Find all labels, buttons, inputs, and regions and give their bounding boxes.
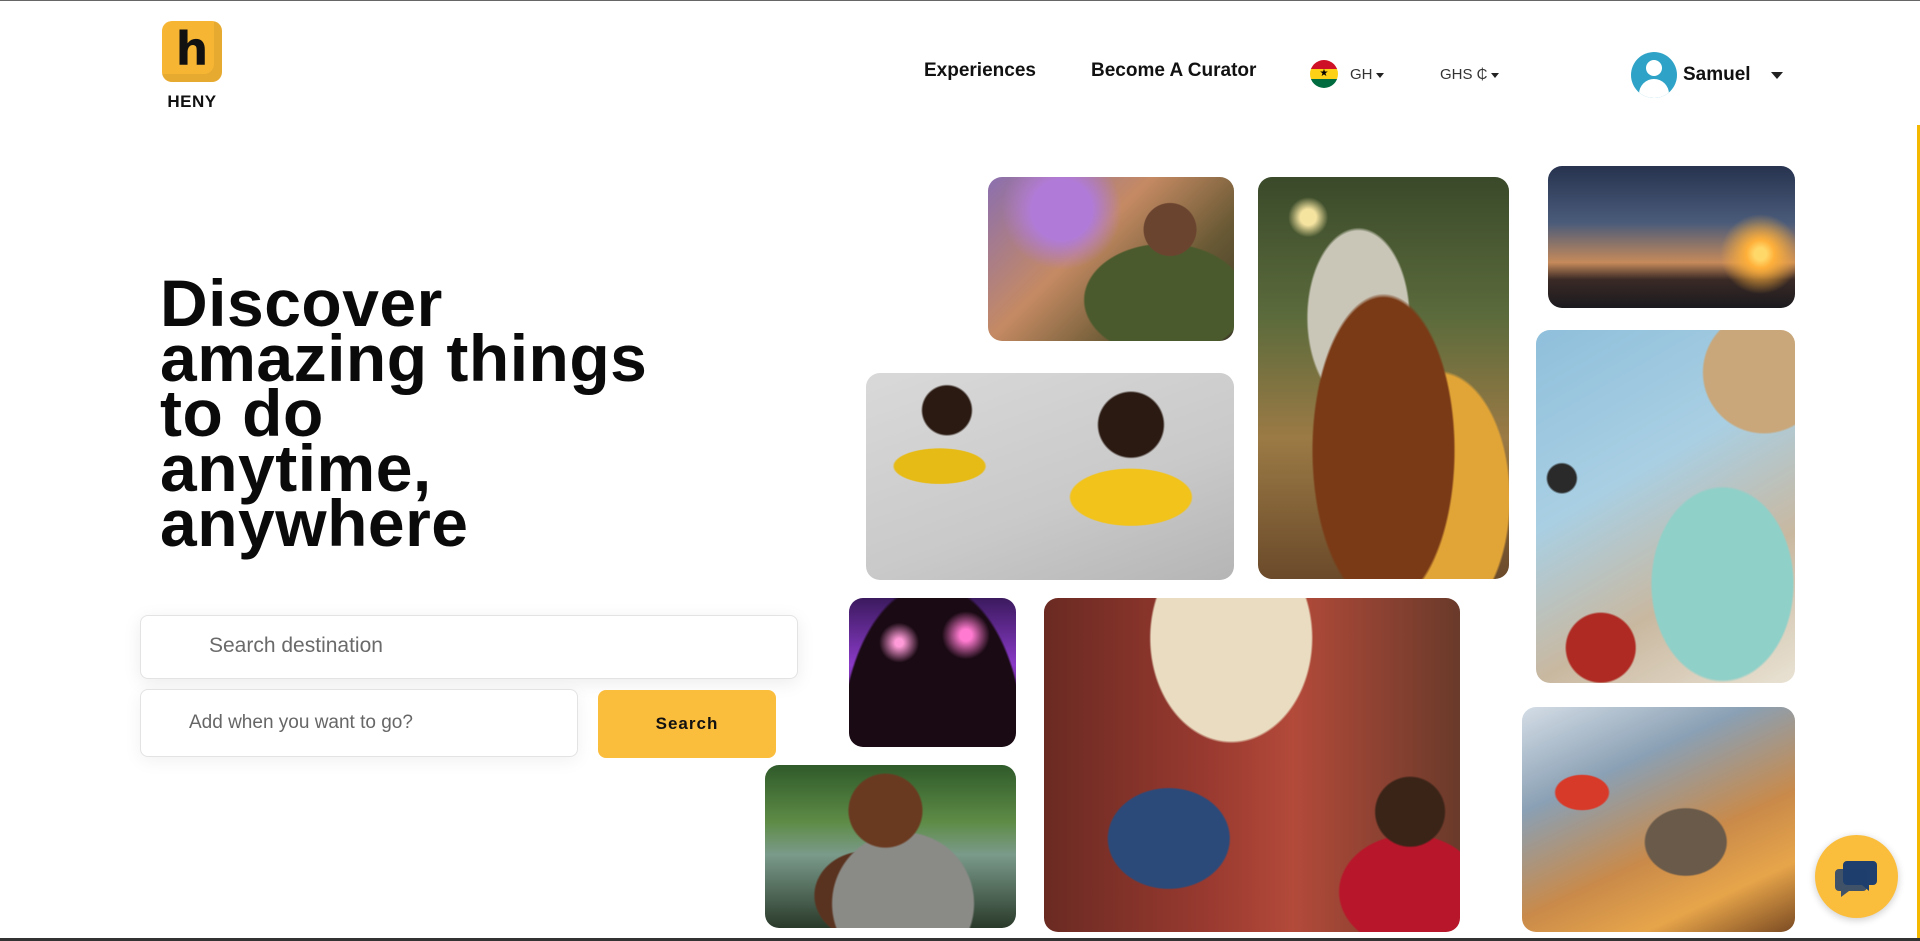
chevron-down-icon <box>1375 72 1384 78</box>
currency-label: GHS ₵ <box>1440 66 1488 83</box>
chevron-down-icon <box>1770 71 1783 79</box>
image-burger-fries <box>1258 177 1509 579</box>
logo-letter: h <box>175 21 209 76</box>
date-input[interactable] <box>189 712 549 734</box>
nav-experiences-link[interactable]: Experiences <box>924 60 1036 82</box>
destination-search-input[interactable] <box>209 634 769 658</box>
hero-title-line: anywhere <box>160 486 469 560</box>
logo-icon: h <box>162 21 222 82</box>
chat-bubble-icon <box>1834 860 1877 897</box>
ghana-flag-icon[interactable]: ★ <box>1310 60 1338 88</box>
search-button[interactable]: Search <box>598 690 776 758</box>
currency-selector[interactable]: GHS ₵ <box>1440 66 1499 83</box>
brand-logo[interactable]: h HENY <box>162 21 222 114</box>
image-paragliding-sunset <box>1548 166 1795 308</box>
image-women-yellow-outfits <box>866 373 1234 580</box>
window-top-border <box>0 0 1920 1</box>
country-code: GH <box>1350 66 1373 83</box>
user-name: Samuel <box>1683 64 1751 85</box>
brand-name: HENY <box>167 92 217 111</box>
nav-become-curator-link[interactable]: Become A Curator <box>1091 60 1256 82</box>
avatar-icon <box>1631 52 1677 98</box>
destination-search-card <box>140 615 798 679</box>
image-man-with-phone <box>765 765 1016 928</box>
country-selector[interactable]: GH <box>1350 66 1384 83</box>
hero-title: Discover amazing things to do anytime, a… <box>160 270 720 560</box>
image-paint-palette <box>1522 707 1795 932</box>
date-field-card <box>140 689 578 757</box>
image-painting-class <box>1044 598 1460 932</box>
image-concert-fireworks <box>849 598 1016 747</box>
user-menu[interactable]: Samuel <box>1631 52 1783 98</box>
chevron-down-icon <box>1490 72 1499 78</box>
chat-button[interactable] <box>1815 835 1898 918</box>
image-travel-map-passport <box>1536 330 1795 683</box>
image-woman-cooking <box>988 177 1234 341</box>
